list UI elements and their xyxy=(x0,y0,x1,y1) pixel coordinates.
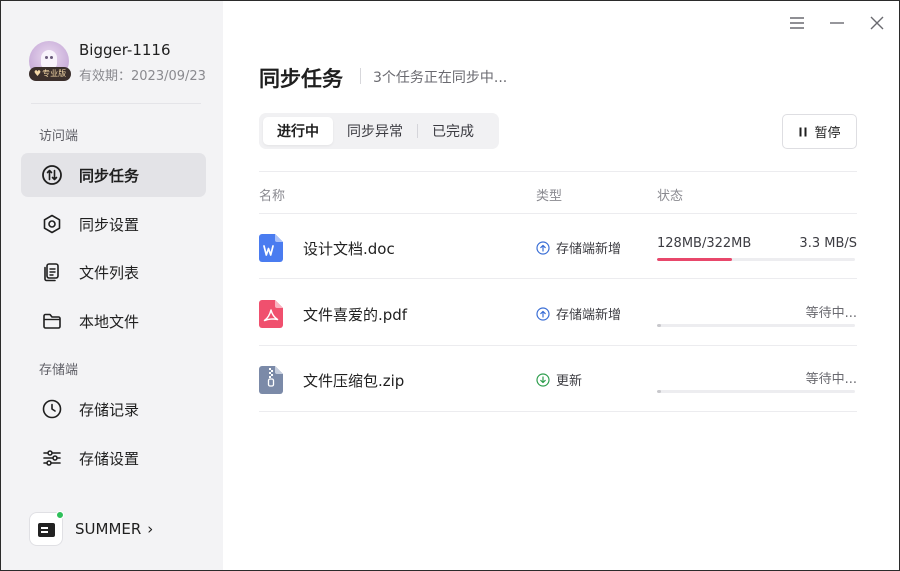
sliders-icon xyxy=(41,447,63,469)
sidebar-item-label: 文件列表 xyxy=(79,263,140,282)
online-status-dot xyxy=(56,511,64,519)
progress-bar xyxy=(657,258,855,261)
user-profile[interactable]: ♥专业版 Bigger-1116 有效期：2023/09/23 xyxy=(29,39,219,84)
sync-type-label: 存储端新增 xyxy=(556,242,622,257)
pause-button[interactable]: 暂停 xyxy=(782,114,857,149)
folder-icon xyxy=(41,310,63,332)
table-divider xyxy=(259,171,857,172)
sidebar-item-storage-records[interactable]: 存储记录 xyxy=(21,387,206,431)
tab-group: 进行中 同步异常 已完成 xyxy=(259,113,499,149)
main-panel: 同步任务 3个任务正在同步中... 进行中 同步异常 已完成 暂停 名称 类型 … xyxy=(223,1,899,570)
title-divider xyxy=(360,68,361,84)
sync-type: 更新 xyxy=(536,370,582,389)
expiry-date: 有效期：2023/09/23 xyxy=(79,69,206,84)
page-subtitle: 3个任务正在同步中... xyxy=(373,70,508,86)
progress-fill xyxy=(657,324,661,327)
pro-badge: ♥专业版 xyxy=(29,67,71,81)
sidebar-divider xyxy=(31,103,201,104)
chevron-right-icon: › xyxy=(147,520,154,538)
section-label-access: 访问端 xyxy=(39,129,79,144)
sidebar-item-file-list[interactable]: 文件列表 xyxy=(21,250,206,294)
sidebar-item-label: 本地文件 xyxy=(79,312,140,331)
pdf-file-icon xyxy=(259,300,283,328)
sidebar-item-label: 存储记录 xyxy=(79,400,140,419)
sidebar-item-sync-settings[interactable]: 同步设置 xyxy=(21,202,206,246)
tab-completed[interactable]: 已完成 xyxy=(418,117,488,145)
sync-status: 128MB/322MB 3.3 MB/S xyxy=(657,232,857,262)
progress-fill xyxy=(657,390,661,393)
file-name: 设计文档.doc xyxy=(303,240,395,258)
column-header-type: 类型 xyxy=(536,189,563,204)
file-name: 文件压缩包.zip xyxy=(303,372,405,390)
clock-icon xyxy=(41,398,63,420)
window-controls xyxy=(785,13,889,33)
sync-status: 等待中... xyxy=(657,364,857,394)
sync-icon xyxy=(41,164,63,186)
waiting-status: 等待中... xyxy=(805,372,857,387)
sidebar-item-storage-settings[interactable]: 存储设置 xyxy=(21,436,206,480)
username: Bigger-1116 xyxy=(79,41,171,59)
sync-type: 存储端新增 xyxy=(536,304,621,323)
sync-type-label: 存储端新增 xyxy=(556,308,622,323)
device-switcher[interactable]: SUMMER › xyxy=(29,511,199,547)
file-name: 文件喜爱的.pdf xyxy=(303,306,408,324)
minimize-icon[interactable] xyxy=(825,13,849,33)
progress-fill xyxy=(657,258,733,261)
close-icon[interactable] xyxy=(865,13,889,33)
pause-icon xyxy=(798,127,808,137)
sidebar-item-local-files[interactable]: 本地文件 xyxy=(21,299,206,343)
sidebar: ♥专业版 Bigger-1116 有效期：2023/09/23 访问端 同步任务… xyxy=(1,1,223,570)
file-list-icon xyxy=(41,261,63,283)
badge-label: 专业版 xyxy=(42,69,67,78)
pause-label: 暂停 xyxy=(814,126,841,141)
word-file-icon xyxy=(259,234,283,262)
column-header-status: 状态 xyxy=(657,189,684,204)
nas-device-icon xyxy=(29,511,64,546)
waiting-status: 等待中... xyxy=(805,306,857,321)
hexagon-settings-icon xyxy=(41,213,63,235)
tab-sync-error[interactable]: 同步异常 xyxy=(333,117,417,145)
zip-file-icon xyxy=(259,366,283,394)
app-window: ♥专业版 Bigger-1116 有效期：2023/09/23 访问端 同步任务… xyxy=(0,0,900,571)
progress-bar xyxy=(657,390,855,393)
sync-type-label: 更新 xyxy=(556,374,583,389)
column-header-name: 名称 xyxy=(259,189,286,204)
upload-circle-icon xyxy=(536,306,550,321)
sync-status: 等待中... xyxy=(657,298,857,328)
transfer-size: 128MB/322MB xyxy=(657,236,752,251)
transfer-speed: 3.3 MB/S xyxy=(799,236,857,251)
page-title: 同步任务 xyxy=(259,67,343,91)
download-circle-icon xyxy=(536,372,550,387)
table-row[interactable]: 文件喜爱的.pdf 存储端新增 等待中... xyxy=(259,280,857,346)
sidebar-item-sync-tasks[interactable]: 同步任务 xyxy=(21,153,206,197)
upload-circle-icon xyxy=(536,240,550,255)
sidebar-item-label: 同步设置 xyxy=(79,215,140,234)
heart-icon: ♥ xyxy=(33,69,42,78)
progress-bar xyxy=(657,324,855,327)
tab-in-progress[interactable]: 进行中 xyxy=(263,117,333,145)
menu-icon[interactable] xyxy=(785,13,809,33)
sync-type: 存储端新增 xyxy=(536,238,621,257)
sidebar-item-label: 同步任务 xyxy=(79,166,140,185)
device-name: SUMMER xyxy=(75,520,142,538)
table-row[interactable]: 设计文档.doc 存储端新增 128MB/322MB 3.3 MB/S xyxy=(259,213,857,279)
sidebar-item-label: 存储设置 xyxy=(79,449,140,468)
section-label-storage: 存储端 xyxy=(39,363,79,378)
table-row[interactable]: 文件压缩包.zip 更新 等待中... xyxy=(259,346,857,412)
